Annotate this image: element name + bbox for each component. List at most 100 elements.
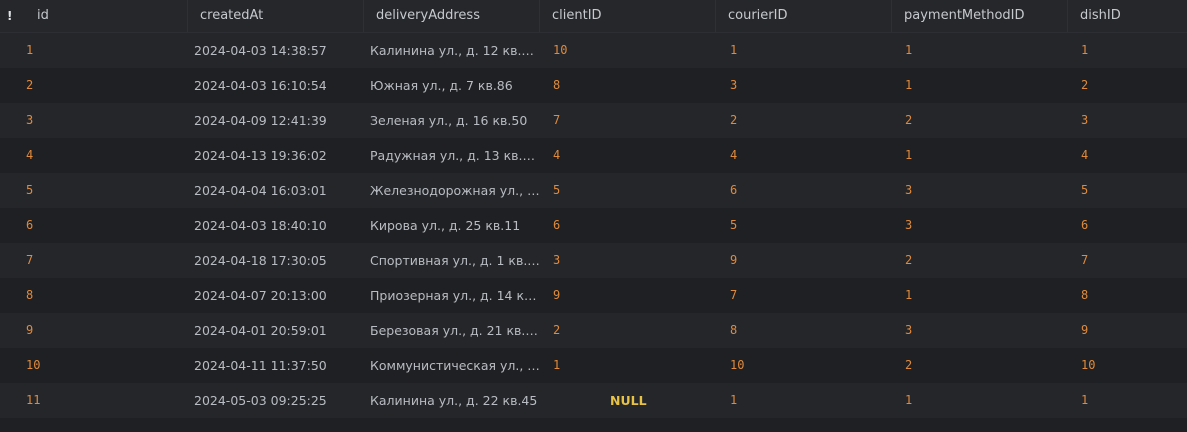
cell-dishID[interactable]: 2 (1067, 68, 1187, 103)
cell-dishID[interactable]: 10 (1067, 348, 1187, 383)
cell-clientID[interactable]: 7 (539, 103, 715, 138)
cell-createdAt[interactable]: 2024-04-03 18:40:10 (180, 208, 356, 243)
cell-id[interactable]: 9 (12, 313, 188, 348)
table-row[interactable]: 2 2024-04-03 16:10:54 Южная ул., д. 7 кв.8… (0, 68, 1187, 103)
cell-id[interactable]: 1 (12, 33, 188, 68)
table-row[interactable]: 3 2024-04-09 12:41:39 Зеленая ул., д. 16 к… (0, 103, 1187, 138)
cell-courierID[interactable]: 7 (716, 278, 892, 313)
cell-paymentMethodID[interactable]: 1 (891, 278, 1067, 313)
cell-id[interactable]: 3 (12, 103, 188, 138)
cell-paymentMethodID[interactable]: 1 (891, 138, 1067, 173)
cell-deliveryAddress[interactable]: Зеленая ул., д. 16 кв.50 (356, 103, 540, 138)
cell-deliveryAddress[interactable]: Калинина ул., д. 12 кв.205 (356, 33, 540, 68)
cell-clientID[interactable]: 10 (539, 33, 715, 68)
column-header-id[interactable]: ! id (0, 0, 188, 32)
table-row[interactable]: 9 2024-04-01 20:59:01 Березовая ул., д. 21… (0, 313, 1187, 348)
cell-deliveryAddress[interactable]: Березовая ул., д. 21 кв.… (356, 313, 540, 348)
result-grid: ! id createdAt deliveryAddress clientID … (0, 0, 1187, 432)
cell-id[interactable]: 2 (12, 68, 188, 103)
cell-clientID[interactable]: 8 (539, 68, 715, 103)
cell-paymentMethodID[interactable]: 3 (891, 313, 1067, 348)
cell-createdAt[interactable]: 2024-04-03 16:10:54 (180, 68, 356, 103)
cell-dishID[interactable]: 9 (1067, 313, 1187, 348)
column-header-clientID[interactable]: clientID (540, 0, 716, 32)
cell-clientID[interactable]: 3 (539, 243, 715, 278)
cell-clientID[interactable]: 5 (539, 173, 715, 208)
cell-courierID[interactable]: 9 (716, 243, 892, 278)
cell-createdAt[interactable]: 2024-04-09 12:41:39 (180, 103, 356, 138)
column-header-dishID[interactable]: dishID (1068, 0, 1187, 32)
cell-clientID[interactable]: 4 (539, 138, 715, 173)
cell-paymentMethodID[interactable]: 1 (891, 68, 1067, 103)
cell-dishID[interactable]: 6 (1067, 208, 1187, 243)
column-header-label: id (37, 8, 49, 23)
column-header-deliveryAddress[interactable]: deliveryAddress (364, 0, 540, 32)
cell-courierID[interactable]: 4 (716, 138, 892, 173)
cell-createdAt[interactable]: 2024-05-03 09:25:25 (180, 383, 356, 418)
cell-deliveryAddress[interactable]: Спортивная ул., д. 1 кв.… (356, 243, 540, 278)
cell-deliveryAddress[interactable]: Приозерная ул., д. 14 кв… (356, 278, 540, 313)
primary-key-icon: ! (7, 9, 13, 23)
cell-dishID[interactable]: 4 (1067, 138, 1187, 173)
cell-createdAt[interactable]: 2024-04-11 11:37:50 (180, 348, 356, 383)
column-header-createdAt[interactable]: createdAt (188, 0, 364, 32)
cell-createdAt[interactable]: 2024-04-13 19:36:02 (180, 138, 356, 173)
cell-paymentMethodID[interactable]: 3 (891, 208, 1067, 243)
cell-clientID[interactable]: 6 (539, 208, 715, 243)
cell-paymentMethodID[interactable]: 2 (891, 243, 1067, 278)
cell-createdAt[interactable]: 2024-04-01 20:59:01 (180, 313, 356, 348)
cell-dishID[interactable]: 5 (1067, 173, 1187, 208)
table-row[interactable]: 6 2024-04-03 18:40:10 Кирова ул., д. 25 кв… (0, 208, 1187, 243)
table-row[interactable]: 8 2024-04-07 20:13:00 Приозерная ул., д. 1… (0, 278, 1187, 313)
cell-deliveryAddress[interactable]: Железнодорожная ул., … (356, 173, 540, 208)
cell-dishID[interactable]: 8 (1067, 278, 1187, 313)
cell-courierID[interactable]: 2 (716, 103, 892, 138)
cell-clientID[interactable]: 2 (539, 313, 715, 348)
table-row[interactable]: 4 2024-04-13 19:36:02 Радужная ул., д. 13 … (0, 138, 1187, 173)
cell-paymentMethodID[interactable]: 2 (891, 103, 1067, 138)
table-row[interactable]: 10 2024-04-11 11:37:50 Коммунистическая ул… (0, 348, 1187, 383)
cell-id[interactable]: 10 (12, 348, 188, 383)
cell-courierID[interactable]: 10 (716, 348, 892, 383)
cell-dishID[interactable]: 1 (1067, 383, 1187, 418)
cell-id[interactable]: 8 (12, 278, 188, 313)
cell-courierID[interactable]: 3 (716, 68, 892, 103)
cell-id[interactable]: 11 (12, 383, 188, 418)
cell-clientID[interactable]: 9 (539, 278, 715, 313)
table-row[interactable]: 5 2024-04-04 16:03:01 Железнодорожная ул.,… (0, 173, 1187, 208)
cell-dishID[interactable]: 1 (1067, 33, 1187, 68)
cell-deliveryAddress[interactable]: Радужная ул., д. 13 кв.153 (356, 138, 540, 173)
column-header-label: dishID (1080, 8, 1121, 23)
cell-paymentMethodID[interactable]: 1 (891, 33, 1067, 68)
column-header-label: courierID (728, 8, 788, 23)
cell-id[interactable]: 6 (12, 208, 188, 243)
cell-clientID[interactable]: NULL (539, 383, 715, 418)
cell-deliveryAddress[interactable]: Южная ул., д. 7 кв.86 (356, 68, 540, 103)
cell-paymentMethodID[interactable]: 3 (891, 173, 1067, 208)
cell-createdAt[interactable]: 2024-04-03 14:38:57 (180, 33, 356, 68)
cell-createdAt[interactable]: 2024-04-04 16:03:01 (180, 173, 356, 208)
column-header-paymentMethodID[interactable]: paymentMethodID (892, 0, 1068, 32)
cell-deliveryAddress[interactable]: Коммунистическая ул., … (356, 348, 540, 383)
cell-courierID[interactable]: 5 (716, 208, 892, 243)
cell-courierID[interactable]: 8 (716, 313, 892, 348)
cell-courierID[interactable]: 1 (716, 383, 892, 418)
cell-paymentMethodID[interactable]: 2 (891, 348, 1067, 383)
cell-clientID[interactable]: 1 (539, 348, 715, 383)
cell-createdAt[interactable]: 2024-04-18 17:30:05 (180, 243, 356, 278)
cell-dishID[interactable]: 7 (1067, 243, 1187, 278)
cell-courierID[interactable]: 1 (716, 33, 892, 68)
cell-paymentMethodID[interactable]: 1 (891, 383, 1067, 418)
cell-id[interactable]: 7 (12, 243, 188, 278)
table-row[interactable]: 1 2024-04-03 14:38:57 Калинина ул., д. 12 … (0, 33, 1187, 68)
cell-id[interactable]: 5 (12, 173, 188, 208)
cell-courierID[interactable]: 6 (716, 173, 892, 208)
table-row[interactable]: 11 2024-05-03 09:25:25 Калинина ул., д. 22… (0, 383, 1187, 418)
cell-deliveryAddress[interactable]: Кирова ул., д. 25 кв.11 (356, 208, 540, 243)
cell-deliveryAddress[interactable]: Калинина ул., д. 22 кв.45 (356, 383, 540, 418)
cell-id[interactable]: 4 (12, 138, 188, 173)
column-header-courierID[interactable]: courierID (716, 0, 892, 32)
table-row[interactable]: 7 2024-04-18 17:30:05 Спортивная ул., д. 1… (0, 243, 1187, 278)
cell-createdAt[interactable]: 2024-04-07 20:13:00 (180, 278, 356, 313)
cell-dishID[interactable]: 3 (1067, 103, 1187, 138)
